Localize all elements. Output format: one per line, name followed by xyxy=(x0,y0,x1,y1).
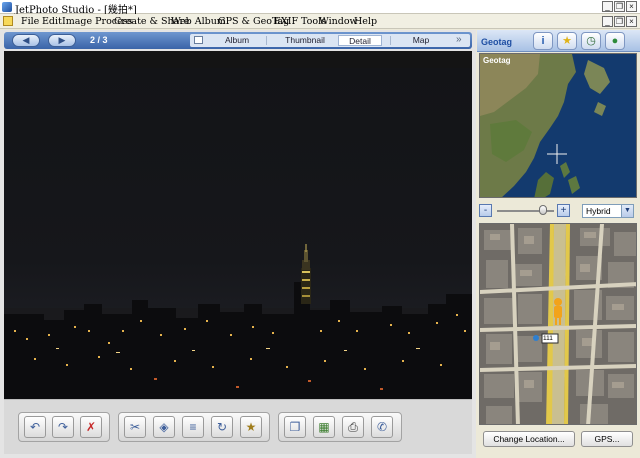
menu-bar: File Edit Image Process Create & Share W… xyxy=(0,14,640,29)
undo-button[interactable]: ↶ xyxy=(24,416,46,438)
close-button[interactable]: × xyxy=(626,1,637,12)
tower-graphic xyxy=(301,244,311,304)
map-zoom-controls: - + Hybrid ▼ xyxy=(479,202,637,220)
gps-button[interactable]: GPS... xyxy=(581,431,633,447)
title-bar: JetPhoto Studio - [幾拍*] _ ❐ × xyxy=(0,0,640,16)
undo-icon: ↶ xyxy=(29,420,41,434)
geotag-header: Geotag i ★ ◷ ● xyxy=(477,30,640,52)
edit-tool-group: ↶ ↷ ✗ xyxy=(18,412,110,442)
photo-area xyxy=(4,51,472,425)
cut-icon: ✂ xyxy=(129,420,141,434)
zoom-slider-handle[interactable] xyxy=(538,205,547,215)
effects-icon: ★ xyxy=(245,420,257,434)
overview-map[interactable]: Geotag xyxy=(479,53,637,198)
menu-window[interactable]: Window xyxy=(319,16,358,27)
rotate-icon: ↻ xyxy=(216,420,228,434)
map-type-value: Hybrid xyxy=(586,206,611,216)
forward-arrow-icon: ▶ xyxy=(58,35,66,45)
zoom-out-button[interactable]: - xyxy=(479,204,492,217)
back-button[interactable]: ◀ xyxy=(12,34,40,47)
adjust-icon: ≡ xyxy=(189,420,197,434)
share-tool-group: ❐ ▦ ⎙ ✆ xyxy=(278,412,402,442)
tab-info[interactable]: i xyxy=(533,32,553,50)
menu-help[interactable]: Help xyxy=(354,16,377,27)
slideshow-button[interactable]: ❐ xyxy=(284,416,306,438)
overview-map-graphic xyxy=(480,54,636,197)
change-location-button[interactable]: Change Location... xyxy=(483,431,575,447)
road-number-label: 111 xyxy=(543,335,553,342)
chevron-down-icon: ▼ xyxy=(621,205,633,217)
delete-icon: ✗ xyxy=(85,420,97,434)
info-icon: i xyxy=(541,35,545,47)
forward-button[interactable]: ▶ xyxy=(48,34,76,47)
tab-detail[interactable]: Detail xyxy=(338,35,382,46)
view-tabs: Album Thumbnail Detail Map » xyxy=(190,34,470,47)
zoom-in-button[interactable]: + xyxy=(557,204,570,217)
cut-button[interactable]: ✂ xyxy=(124,416,146,438)
menu-file[interactable]: File xyxy=(21,16,39,27)
print-icon: ⎙ xyxy=(348,420,358,434)
clock-icon: ◷ xyxy=(586,35,596,47)
overview-map-label: Geotag xyxy=(483,56,511,65)
adjust-button[interactable]: ≡ xyxy=(182,416,204,438)
minimize-button[interactable]: _ xyxy=(602,1,613,12)
tab-geotag[interactable]: ● xyxy=(605,32,625,50)
detail-map-graphic xyxy=(480,224,636,424)
doc-close-button[interactable]: × xyxy=(626,16,637,27)
skyline-graphic xyxy=(4,244,472,419)
image-toolbar: ↶ ↷ ✗ ✂ ◈ ≡ ↻ ★ ❐ ▦ ⎙ ✆ xyxy=(4,399,472,454)
doc-restore-button[interactable]: ❐ xyxy=(614,16,625,27)
tab-thumbnail[interactable]: Thumbnail xyxy=(270,35,340,46)
print-button[interactable]: ⎙ xyxy=(342,416,364,438)
tab-map[interactable]: Map xyxy=(396,35,446,46)
tab-separator xyxy=(390,36,391,45)
viewer-panel: ◀ ▶ 2 / 3 Album Thumbnail Detail Map » ↶… xyxy=(0,30,476,458)
globe-icon: ● xyxy=(611,35,619,47)
map-type-select[interactable]: Hybrid ▼ xyxy=(582,204,634,218)
slideshow-icon: ❐ xyxy=(289,420,301,434)
back-arrow-icon: ◀ xyxy=(22,35,30,45)
geotag-actions: Change Location... GPS... xyxy=(477,428,640,458)
geotag-panel: Geotag i ★ ◷ ● Geotag - + Hybrid ▼ 111 C… xyxy=(477,30,640,458)
tab-rating[interactable]: ★ xyxy=(557,32,577,50)
rotate-button[interactable]: ↻ xyxy=(211,416,233,438)
redo-icon: ↷ xyxy=(57,420,69,434)
document-icon xyxy=(3,16,13,26)
tab-time[interactable]: ◷ xyxy=(581,32,601,50)
doc-minimize-button[interactable]: _ xyxy=(602,16,613,27)
page-counter: 2 / 3 xyxy=(90,35,108,45)
viewer-nav-bar: ◀ ▶ 2 / 3 Album Thumbnail Detail Map » xyxy=(4,32,472,49)
fullscreen-icon[interactable] xyxy=(194,36,203,44)
mobile-icon: ✆ xyxy=(376,420,388,434)
star-icon: ★ xyxy=(562,35,572,47)
application-window: JetPhoto Studio - [幾拍*] _ ❐ × File Edit … xyxy=(0,0,640,458)
detail-map[interactable]: 111 xyxy=(479,223,637,425)
eraser-button[interactable]: ◈ xyxy=(153,416,175,438)
tab-separator xyxy=(266,36,267,45)
redo-button[interactable]: ↷ xyxy=(52,416,74,438)
tab-album[interactable]: Album xyxy=(210,35,264,46)
more-tabs-icon[interactable]: » xyxy=(456,34,462,45)
app-icon xyxy=(2,2,12,12)
mobile-button[interactable]: ✆ xyxy=(371,416,393,438)
wallpaper-button[interactable]: ▦ xyxy=(313,416,335,438)
geotag-label: Geotag xyxy=(481,37,513,47)
menu-edit[interactable]: Edit xyxy=(42,16,62,27)
effects-button[interactable]: ★ xyxy=(240,416,262,438)
eraser-icon: ◈ xyxy=(159,420,169,434)
wallpaper-icon: ▦ xyxy=(318,420,330,434)
restore-button[interactable]: ❐ xyxy=(614,1,625,12)
photo-taipei-night-skyline[interactable] xyxy=(4,68,472,419)
adjust-tool-group: ✂ ◈ ≡ ↻ ★ xyxy=(118,412,270,442)
delete-button[interactable]: ✗ xyxy=(80,416,102,438)
